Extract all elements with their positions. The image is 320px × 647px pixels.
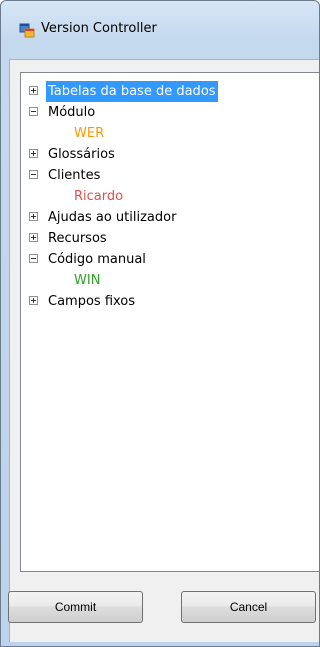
tree-node-label[interactable]: Módulo (46, 102, 97, 123)
tree-node[interactable]: Ajudas ao utilizador (29, 207, 319, 228)
tree-node-label[interactable]: Tabelas da base de dados (46, 81, 218, 102)
tree-node[interactable]: Código manual (29, 249, 319, 270)
commit-button[interactable]: Commit (8, 591, 143, 623)
expand-icon[interactable] (29, 149, 38, 158)
tree-child-label[interactable]: WER (74, 123, 104, 144)
tree-node[interactable]: Campos fixos (29, 291, 319, 312)
tree-nodes: Tabelas da base de dados Módulo WER Glossár… (29, 81, 319, 312)
expand-icon[interactable] (29, 233, 38, 242)
collapse-icon[interactable] (29, 107, 38, 116)
tree-child-label[interactable]: Ricardo (74, 186, 123, 207)
window-title: Version Controller (41, 21, 157, 36)
tree-node-label[interactable]: Código manual (46, 249, 148, 270)
cancel-button[interactable]: Cancel (181, 591, 316, 623)
tree-node-label[interactable]: Clientes (46, 165, 102, 186)
expand-icon[interactable] (29, 86, 38, 95)
tree-node[interactable]: Recursos (29, 228, 319, 249)
tree-node[interactable]: Glossários (29, 144, 319, 165)
expand-icon[interactable] (29, 296, 38, 305)
collapse-icon[interactable] (29, 254, 38, 263)
tree-child-node[interactable]: Ricardo (29, 186, 319, 207)
tree-child-node[interactable]: WER (29, 123, 319, 144)
tree-node[interactable]: Módulo (29, 102, 319, 123)
client-area: Tabelas da base de dados Módulo WER Glossár… (8, 59, 319, 642)
main-window: Version Controller Tabelas da base de da… (0, 0, 320, 647)
tree-node[interactable]: Clientes (29, 165, 319, 186)
tree-node-label[interactable]: Glossários (46, 144, 117, 165)
collapse-icon[interactable] (29, 170, 38, 179)
tree-node-label[interactable]: Ajudas ao utilizador (46, 207, 178, 228)
tree-node-label[interactable]: Recursos (46, 228, 109, 249)
tree-child-label[interactable]: WIN (74, 270, 100, 291)
tree-node-label[interactable]: Campos fixos (46, 291, 137, 312)
title-bar[interactable]: Version Controller (1, 1, 319, 59)
expand-icon[interactable] (29, 212, 38, 221)
tree-node[interactable]: Tabelas da base de dados (29, 81, 319, 102)
tree-view[interactable]: Tabelas da base de dados Módulo WER Glossár… (20, 72, 319, 572)
app-window-icon (19, 22, 35, 38)
tree-child-node[interactable]: WIN (29, 270, 319, 291)
